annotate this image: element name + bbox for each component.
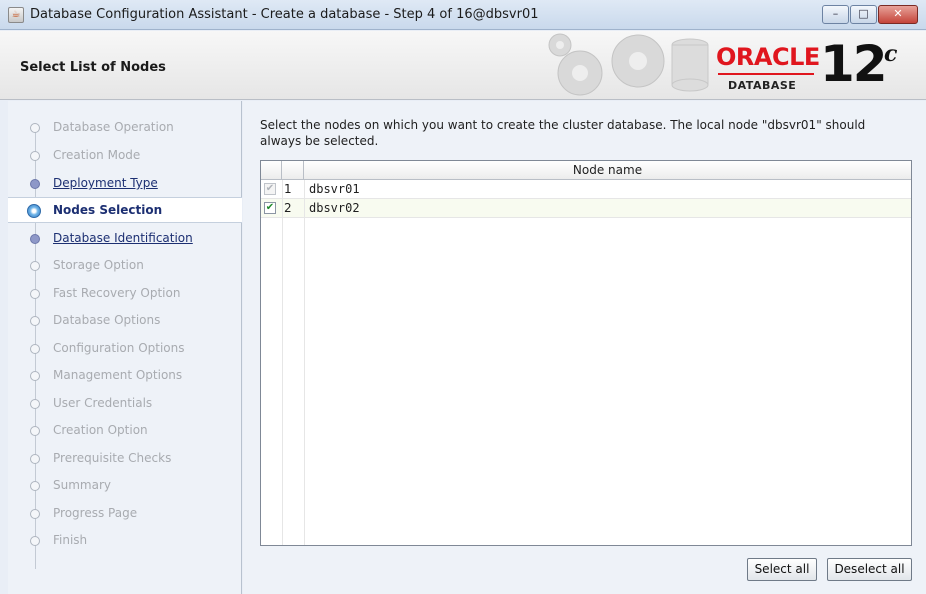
step-dot-icon — [30, 426, 40, 436]
step-label: Nodes Selection — [53, 203, 163, 217]
step-database-identification[interactable]: Database Identification — [8, 226, 242, 252]
current-step-icon — [27, 204, 41, 218]
step-label: Prerequisite Checks — [53, 451, 172, 465]
step-user-credentials: User Credentials — [8, 391, 242, 417]
step-label[interactable]: Deployment Type — [53, 176, 158, 190]
step-label: Fast Recovery Option — [53, 286, 181, 300]
step-dot-icon — [30, 536, 40, 546]
select-column-header[interactable] — [261, 161, 282, 180]
step-prerequisite-checks: Prerequisite Checks — [8, 446, 242, 472]
table-row[interactable]: ✔ 1 dbsvr01 — [261, 180, 911, 199]
database-product-text: DATABASE — [728, 79, 797, 92]
step-navigator: Database Operation Creation Mode Deploym… — [8, 101, 242, 594]
gears-decoration-icon — [548, 33, 709, 96]
table-row[interactable]: ✔ 2 dbsvr02 — [261, 199, 911, 218]
step-label: Summary — [53, 478, 111, 492]
step-finish: Finish — [8, 528, 242, 554]
step-dot-icon — [30, 289, 40, 299]
node-name-cell: dbsvr02 — [309, 201, 360, 215]
step-dot-icon — [30, 151, 40, 161]
maximize-button[interactable]: □ — [850, 5, 877, 24]
column-divider — [282, 180, 283, 545]
step-dot-icon — [30, 123, 40, 133]
instruction-text: Select the nodes on which you want to cr… — [260, 118, 866, 148]
select-all-button[interactable]: Select all — [747, 558, 817, 581]
step-management-options: Management Options — [8, 363, 242, 389]
window-title-bar: ☕ Database Configuration Assistant - Cre… — [0, 0, 926, 30]
step-dot-icon — [30, 481, 40, 491]
step-configuration-options: Configuration Options — [8, 336, 242, 362]
step-storage-option: Storage Option — [8, 253, 242, 279]
table-header: Node name — [261, 161, 911, 180]
step-summary: Summary — [8, 473, 242, 499]
row-number: 1 — [284, 182, 292, 196]
step-label: Configuration Options — [53, 341, 185, 355]
node-name-cell: dbsvr01 — [309, 182, 360, 196]
java-app-icon: ☕ — [8, 7, 24, 23]
oracle-brand-text: ORACLE — [716, 43, 820, 71]
step-label: Management Options — [53, 368, 183, 382]
step-label[interactable]: Database Identification — [53, 231, 193, 245]
step-deployment-type[interactable]: Deployment Type — [8, 171, 242, 197]
step-dot-icon — [30, 234, 40, 244]
step-database-operation: Database Operation — [8, 115, 242, 141]
row-number: 2 — [284, 201, 292, 215]
row-checkbox[interactable]: ✔ — [264, 202, 276, 214]
step-label: Creation Option — [53, 423, 148, 437]
step-dot-icon — [30, 371, 40, 381]
step-dot-icon — [30, 399, 40, 409]
step-dot-icon — [30, 316, 40, 326]
step-label: User Credentials — [53, 396, 153, 410]
number-column-header[interactable] — [282, 161, 304, 180]
version-suffix: c — [884, 41, 898, 67]
deselect-all-button[interactable]: Deselect all — [827, 558, 912, 581]
logo-underline — [718, 73, 814, 75]
minimize-button[interactable]: – — [822, 5, 849, 24]
step-dot-icon — [30, 344, 40, 354]
step-fast-recovery-option: Fast Recovery Option — [8, 281, 242, 307]
close-button[interactable]: ✕ — [878, 5, 918, 24]
step-nodes-selection: Nodes Selection — [8, 197, 242, 223]
step-dot-icon — [30, 454, 40, 464]
step-dot-icon — [30, 509, 40, 519]
step-label: Database Operation — [53, 120, 174, 134]
version-number: 12 — [820, 35, 888, 93]
column-divider — [304, 180, 305, 545]
window-title: Database Configuration Assistant - Creat… — [30, 7, 539, 22]
page-title: Select List of Nodes — [20, 60, 166, 75]
step-dot-icon — [30, 179, 40, 189]
row-checkbox: ✔ — [264, 183, 276, 195]
main-content: Select the nodes on which you want to cr… — [243, 101, 926, 594]
step-creation-mode: Creation Mode — [8, 143, 242, 169]
step-label: Creation Mode — [53, 148, 141, 162]
page-header: Select List of Nodes ORACLE DATABASE 12 … — [0, 31, 926, 100]
oracle-database-logo: ORACLE DATABASE 12 c — [716, 35, 916, 96]
node-name-column-header[interactable]: Node name — [304, 161, 911, 180]
nodes-table: Node name ✔ 1 dbsvr01 ✔ 2 dbsvr02 — [260, 160, 912, 546]
step-dot-icon — [30, 261, 40, 271]
step-label: Database Options — [53, 313, 161, 327]
step-progress-page: Progress Page — [8, 501, 242, 527]
step-label: Storage Option — [53, 258, 144, 272]
step-label: Progress Page — [53, 506, 138, 520]
step-creation-option: Creation Option — [8, 418, 242, 444]
step-label: Finish — [53, 533, 88, 547]
step-database-options: Database Options — [8, 308, 242, 334]
